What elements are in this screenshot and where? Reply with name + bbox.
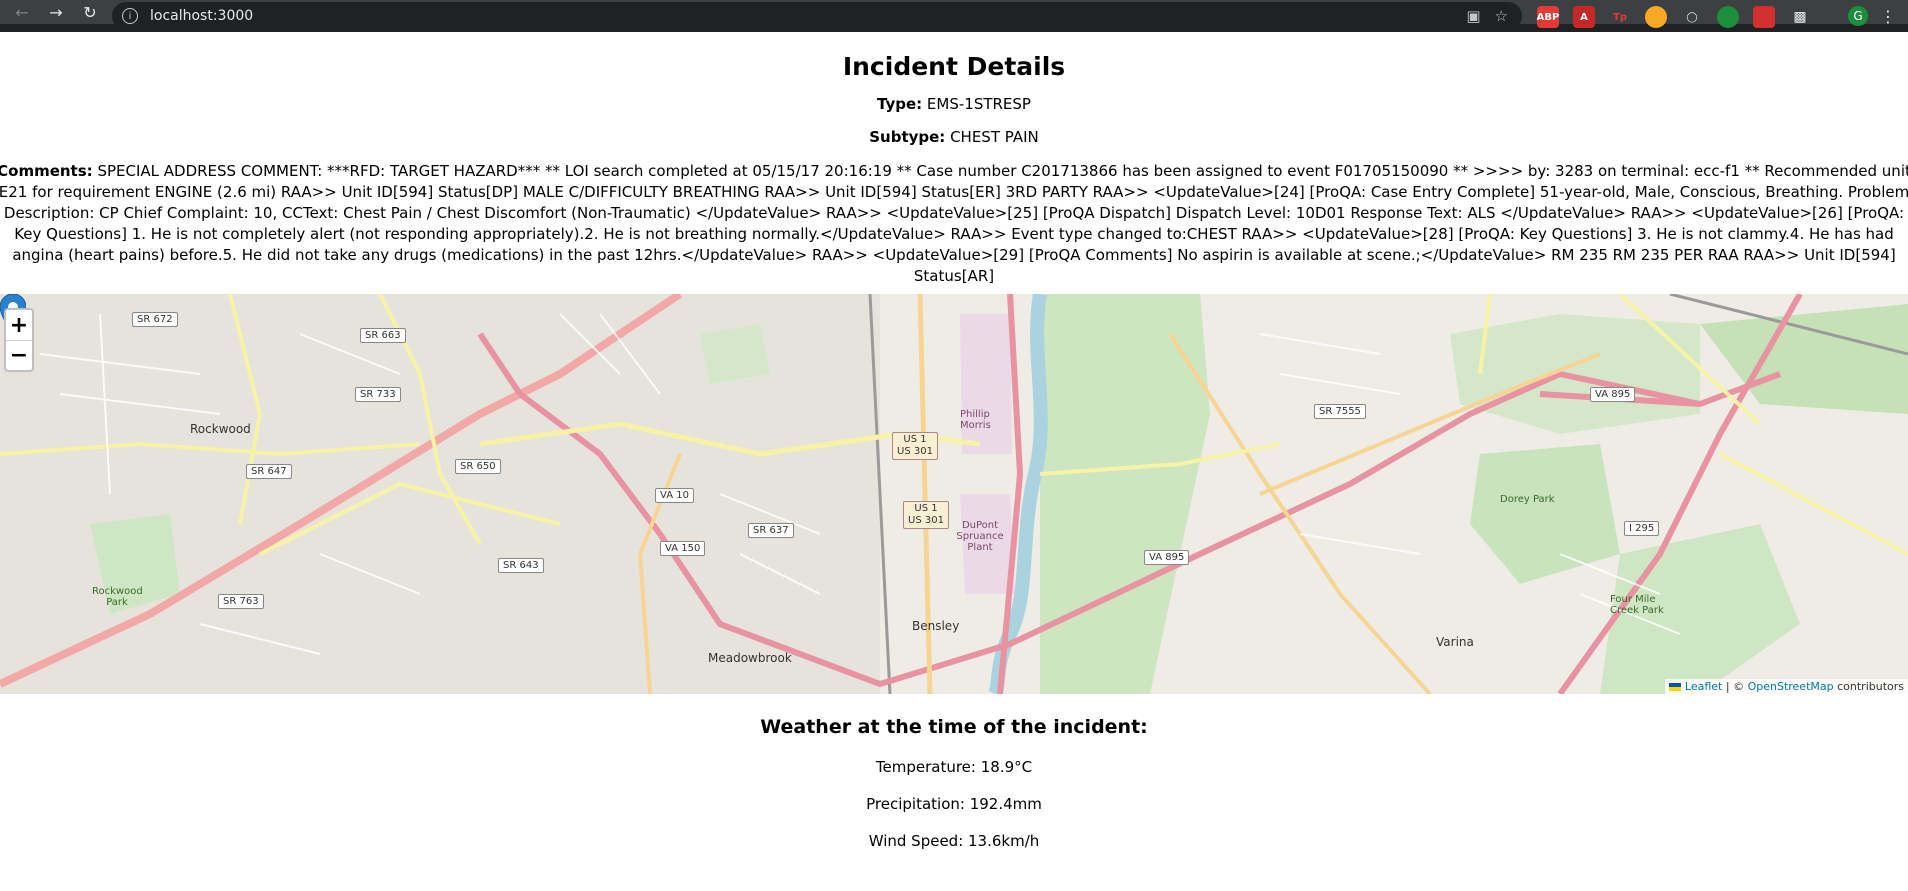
shield-us1-north: US 1 US 301 <box>892 432 938 460</box>
forward-icon[interactable]: → <box>42 0 70 26</box>
install-app-icon[interactable]: ▣ <box>1466 7 1480 25</box>
zoom-control: + − <box>4 308 34 372</box>
ukraine-flag-icon <box>1669 683 1682 691</box>
site-info-icon[interactable]: i <box>122 8 138 24</box>
red-extension-icon[interactable] <box>1753 6 1775 28</box>
kebab-menu-icon[interactable]: ⋮ <box>1880 7 1896 26</box>
subtype-label: Subtype: <box>869 128 946 146</box>
map-label-meadowbrook: Meadowbrook <box>708 651 792 665</box>
attribution-separator: | © <box>1722 680 1748 693</box>
subtype-field: Subtype: CHEST PAIN <box>0 128 1908 146</box>
map-label-dupont: DuPont Spruance Plant <box>956 520 1004 553</box>
shield-sr650: SR 650 <box>455 459 501 474</box>
tp-extension-icon[interactable]: Tp <box>1609 6 1631 28</box>
shield-va150: VA 150 <box>660 541 706 556</box>
shield-us1-south: US 1 US 301 <box>903 501 949 529</box>
type-label: Type: <box>877 95 923 113</box>
weather-heading: Weather at the time of the incident: <box>760 716 1148 738</box>
wind-speed-text: Wind Speed: 13.6km/h <box>868 832 1040 850</box>
map-label-bensley: Bensley <box>912 619 960 633</box>
adblock-extension-icon[interactable]: ABP <box>1537 6 1559 28</box>
zoom-out-button[interactable]: − <box>6 340 32 370</box>
comments-label: Comments: <box>0 162 93 180</box>
shield-va895-west: VA 895 <box>1144 550 1190 565</box>
reload-icon[interactable]: ↻ <box>76 0 104 26</box>
shield-sr7555: SR 7555 <box>1314 404 1366 419</box>
comments-field: Comments: SPECIAL ADDRESS COMMENT: ***RF… <box>0 161 1908 287</box>
shield-sr672: SR 672 <box>132 312 178 327</box>
map-label-rockwood: Rockwood <box>190 422 251 436</box>
leaflet-link[interactable]: Leaflet <box>1685 680 1722 693</box>
shield-sr763: SR 763 <box>218 594 264 609</box>
zoom-in-button[interactable]: + <box>6 310 32 340</box>
subtype-value: CHEST PAIN <box>950 128 1039 146</box>
back-icon[interactable]: ← <box>8 0 36 26</box>
comments-value: SPECIAL ADDRESS COMMENT: ***RFD: TARGET … <box>0 162 1908 285</box>
profile-avatar[interactable]: G <box>1848 6 1868 26</box>
shield-sr733: SR 733 <box>355 387 401 402</box>
bookmark-star-icon[interactable]: ☆ <box>1495 7 1508 25</box>
map-label-varina: Varina <box>1436 635 1474 649</box>
shield-sr637: SR 637 <box>748 523 794 538</box>
incident-map[interactable]: Rockwood Rockwood Park Meadowbrook Bensl… <box>0 294 1908 694</box>
address-bar[interactable]: i localhost:3000 ▣ ☆ <box>112 2 1522 30</box>
pdf-extension-icon[interactable]: A <box>1573 6 1595 28</box>
orange-extension-icon[interactable] <box>1645 6 1667 28</box>
shield-sr643: SR 643 <box>498 558 544 573</box>
weather-section: Weather at the time of the incident: Tem… <box>0 716 1908 850</box>
green-extension-icon[interactable] <box>1717 6 1739 28</box>
shield-sr647: SR 647 <box>246 464 292 479</box>
type-value: EMS-1STRESP <box>926 95 1031 113</box>
map-attribution: Leaflet | © OpenStreetMap contributors <box>1665 679 1908 694</box>
temperature-text: Temperature: 18.9°C <box>875 758 1033 776</box>
url-text[interactable]: localhost:3000 <box>150 8 1466 24</box>
shield-i295: I 295 <box>1624 521 1660 536</box>
map-label-rockwood-park: Rockwood Park <box>92 586 143 608</box>
browser-toolbar: ← → ↻ i localhost:3000 ▣ ☆ ABP A Tp ◯ ▩ … <box>0 0 1908 32</box>
shield-sr663: SR 663 <box>360 328 406 343</box>
page-title: Incident Details <box>842 52 1066 81</box>
openstreetmap-link[interactable]: OpenStreetMap <box>1748 680 1834 693</box>
type-field: Type: EMS-1STRESP <box>0 95 1908 113</box>
extensions-puzzle-icon[interactable]: ▩ <box>1789 6 1811 28</box>
map-tiles <box>0 294 1908 694</box>
shield-va10: VA 10 <box>655 488 694 503</box>
precipitation-text: Precipitation: 192.4mm <box>866 795 1042 813</box>
map-label-four-mile-creek: Four Mile Creek Park <box>1610 594 1664 616</box>
map-label-philip-morris: Phillip Morris <box>960 409 991 431</box>
circle-extension-icon[interactable]: ◯ <box>1681 6 1703 28</box>
map-label-dorey-park: Dorey Park <box>1500 494 1555 505</box>
shield-va895-east: VA 895 <box>1590 387 1636 402</box>
attribution-tail: contributors <box>1833 680 1904 693</box>
